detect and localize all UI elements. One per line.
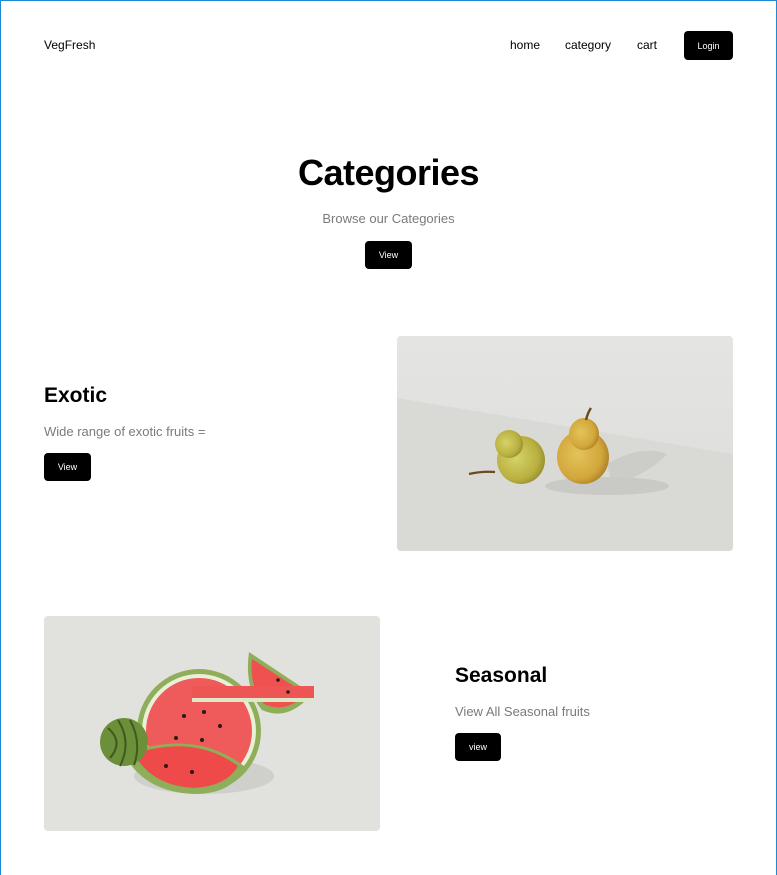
- nav-home-link[interactable]: home: [510, 38, 540, 52]
- exotic-pears-image: [397, 336, 733, 551]
- page-subtitle: Browse our Categories: [322, 211, 455, 226]
- page-title: Categories: [297, 152, 480, 193]
- view-exotic-button[interactable]: View: [44, 453, 91, 481]
- view-seasonal-button[interactable]: view: [455, 733, 501, 761]
- seasonal-description: View All Seasonal fruits: [455, 704, 590, 719]
- nav-cart-link[interactable]: cart: [637, 38, 657, 52]
- view-categories-button[interactable]: View: [365, 241, 412, 269]
- nav-category-link[interactable]: category: [565, 38, 611, 52]
- login-button[interactable]: Login: [684, 31, 733, 60]
- seasonal-title: Seasonal: [455, 664, 548, 687]
- exotic-title: Exotic: [44, 384, 108, 407]
- exotic-description: Wide range of exotic fruits =: [44, 424, 206, 439]
- site-logo[interactable]: VegFresh: [44, 38, 95, 52]
- seasonal-watermelon-image: [44, 616, 380, 831]
